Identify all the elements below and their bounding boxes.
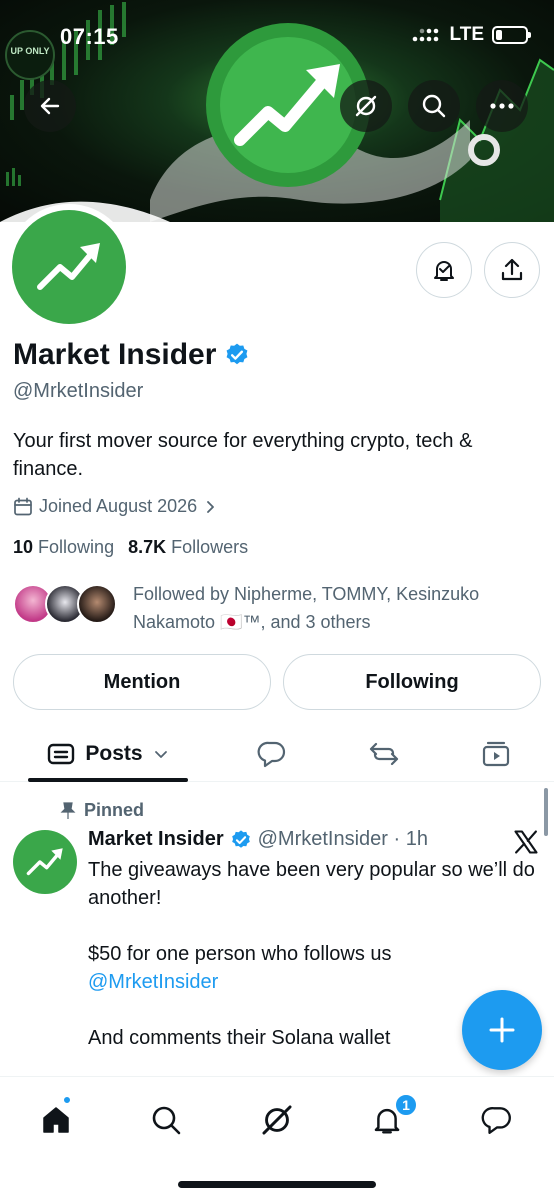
nav-messages[interactable]	[472, 1095, 522, 1145]
more-button[interactable]	[476, 80, 528, 132]
grok-icon	[262, 1105, 292, 1135]
tab-replies[interactable]	[246, 726, 298, 782]
trend-arrow-icon	[37, 243, 100, 290]
nav-home[interactable]	[31, 1095, 81, 1145]
follow-counts: 10 Following 8.7K Followers	[13, 537, 248, 558]
plus-icon	[489, 1017, 515, 1043]
nav-grok[interactable]	[252, 1095, 302, 1145]
tab-reposts[interactable]	[358, 726, 410, 782]
following-count: 10	[13, 537, 34, 557]
post-author[interactable]: Market Insider	[88, 828, 224, 851]
post-text-block: $50 for one person who follows us @MrketI…	[88, 940, 538, 996]
trend-arrow-icon	[26, 848, 63, 876]
nav-search[interactable]	[141, 1095, 191, 1145]
pinned-label: Pinned	[60, 800, 144, 821]
compose-button[interactable]	[462, 990, 542, 1070]
up-only-tag: UP ONLY	[10, 46, 50, 56]
tab-videos[interactable]	[470, 726, 522, 782]
reply-icon	[257, 741, 286, 768]
profile-name: Market Insider	[13, 338, 250, 372]
more-icon	[490, 103, 514, 109]
messages-icon	[481, 1107, 511, 1134]
profile-avatar[interactable]	[6, 204, 132, 330]
post-text: $50 for one person who follows us	[88, 943, 392, 965]
verified-icon[interactable]	[224, 342, 250, 368]
network-label: LTE	[449, 24, 484, 45]
notifications-badge: 1	[394, 1093, 418, 1117]
profile-bio: Your first mover source for everything c…	[13, 430, 473, 480]
repost-icon	[369, 742, 399, 766]
x-logo-icon	[514, 830, 538, 854]
following-count-link[interactable]: 10 Following	[13, 537, 114, 558]
search-button[interactable]	[408, 80, 460, 132]
share-button[interactable]	[484, 242, 540, 298]
tab-posts[interactable]: Posts	[28, 726, 188, 782]
chevron-down-icon	[154, 751, 167, 758]
followed-by[interactable]: Followed by Nipherme, TOMMY, Kesinzuko N…	[13, 580, 513, 636]
verified-icon	[231, 829, 250, 848]
home-icon	[43, 1107, 69, 1133]
scrollbar[interactable]	[544, 788, 548, 836]
share-icon	[501, 258, 523, 281]
home-indicator[interactable]	[178, 1181, 376, 1188]
back-button[interactable]	[24, 80, 76, 132]
pin-icon	[60, 801, 76, 819]
mention-link[interactable]: @MrketInsider	[88, 971, 218, 993]
followed-by-avatars	[13, 580, 123, 628]
posts-icon	[48, 743, 75, 765]
post-header: Market Insider @MrketInsider · 1h	[88, 828, 428, 851]
post-avatar[interactable]	[13, 830, 77, 894]
bell-icon	[434, 261, 454, 281]
grok-button[interactable]	[340, 80, 392, 132]
tab-posts-label: Posts	[85, 742, 143, 765]
back-arrow-icon	[40, 97, 60, 115]
status-right: LTE	[412, 24, 531, 46]
signal-icon	[412, 28, 438, 42]
joined-date[interactable]: Joined August 2026	[13, 496, 217, 517]
video-icon	[482, 741, 510, 767]
status-time: 07:15	[60, 24, 119, 49]
mention-button[interactable]: Mention	[13, 654, 271, 710]
profile-handle: @MrketInsider	[13, 380, 144, 402]
chevron-right-icon	[207, 500, 215, 513]
search-icon	[422, 94, 446, 118]
follower-avatar	[77, 584, 117, 624]
grok-icon	[355, 95, 377, 117]
followed-by-text: Followed by Nipherme, TOMMY, Kesinzuko N…	[133, 584, 480, 632]
calendar-icon	[14, 497, 32, 515]
following-button[interactable]: Following	[283, 654, 541, 710]
battery-icon	[492, 26, 531, 44]
home-unread-dot	[62, 1095, 72, 1105]
search-icon	[152, 1106, 181, 1135]
post-text: The giveaways have been very popular so …	[88, 859, 535, 909]
followers-count-link[interactable]: 8.7K Followers	[128, 537, 248, 558]
following-label: Following	[38, 537, 115, 557]
profile-tabs: Posts	[0, 726, 554, 782]
joined-text: Joined August 2026	[39, 496, 198, 516]
followers-label: Followers	[171, 537, 249, 557]
notify-button[interactable]	[416, 242, 472, 298]
followers-count: 8.7K	[128, 537, 167, 557]
profile-name-text: Market Insider	[13, 338, 217, 371]
active-tab-indicator	[28, 778, 188, 782]
pinned-text: Pinned	[84, 800, 145, 820]
post-meta: @MrketInsider · 1h	[257, 828, 428, 850]
